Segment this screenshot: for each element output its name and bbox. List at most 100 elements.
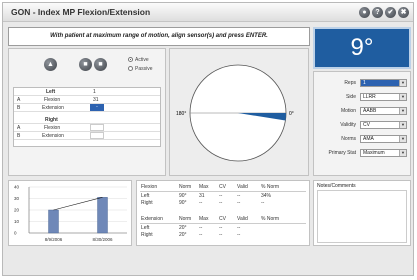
title-bar: GON - Index MP Flexion/Extension ● ? ✔ ✖ bbox=[3, 3, 413, 22]
motion-label: Motion bbox=[340, 108, 356, 114]
summary-header-cell: Max bbox=[199, 216, 209, 222]
settings-panel: Reps 1 ▼ Side LLRR ▼ Motion AABB ▼ Validity… bbox=[313, 71, 411, 176]
summary-cell: -- bbox=[237, 225, 241, 231]
row-label: Extension bbox=[42, 105, 64, 111]
summary-header-cell: % Norm bbox=[261, 184, 280, 190]
up-arrow-button[interactable]: ▲ bbox=[44, 58, 57, 71]
summary-cell: -- bbox=[219, 225, 223, 231]
summary-cell: -- bbox=[219, 232, 223, 238]
gauge-label-180: 180° bbox=[176, 111, 186, 117]
summary-header-cell: Norm bbox=[179, 216, 192, 222]
norms-select[interactable]: AMA ▼ bbox=[360, 135, 407, 143]
primary-stat-label: Primary Stat bbox=[328, 150, 356, 156]
chevron-down-icon[interactable]: ▼ bbox=[399, 94, 406, 100]
history-bar-chart: 40 30 20 10 0 8/9/2006 8/30/2006 bbox=[14, 185, 127, 242]
record-button[interactable]: ● bbox=[359, 7, 370, 18]
validity-select[interactable]: CV ▼ bbox=[360, 121, 407, 129]
measurement-panel: ▲ ■ ■ Active Passive Left 1 A Flexion 31… bbox=[8, 48, 166, 176]
notes-label: Notes/Comments bbox=[317, 183, 356, 189]
summary-cell: 90° bbox=[179, 200, 187, 206]
summary-cell: 20° bbox=[179, 232, 187, 238]
primary-stat-select[interactable]: Maximum ▼ bbox=[360, 149, 407, 157]
row-key: A bbox=[17, 97, 21, 103]
summary-cell: -- bbox=[237, 232, 241, 238]
chart-bar bbox=[97, 197, 108, 234]
summary-header-cell: Norm bbox=[179, 184, 192, 190]
gauge-panel: 180° 0° bbox=[169, 48, 309, 176]
instruction-banner: With patient at maximum range of motion,… bbox=[8, 27, 310, 46]
accept-button[interactable]: ✔ bbox=[385, 7, 396, 18]
right-extension-value[interactable] bbox=[90, 132, 104, 139]
goniometer-window: GON - Index MP Flexion/Extension ● ? ✔ ✖… bbox=[2, 2, 414, 276]
row-label: Extension bbox=[42, 133, 64, 139]
active-radio[interactable]: Active bbox=[128, 57, 149, 63]
summary-header-cell: Max bbox=[199, 184, 209, 190]
side-label: Side bbox=[345, 94, 356, 100]
summary-header-cell: Flexion bbox=[141, 184, 158, 190]
help-button[interactable]: ? bbox=[372, 7, 383, 18]
summary-cell: 90° bbox=[179, 193, 187, 199]
gauge-label-0: 0° bbox=[289, 111, 294, 117]
norms-label: Norms bbox=[341, 136, 356, 142]
summary-cell: -- bbox=[199, 232, 203, 238]
right-flexion-value[interactable] bbox=[90, 124, 104, 131]
summary-header-cell: CV bbox=[219, 216, 226, 222]
summary-cell: -- bbox=[237, 193, 241, 199]
summary-header-cell: CV bbox=[219, 184, 226, 190]
summary-cell: 20° bbox=[179, 225, 187, 231]
notes-textarea[interactable] bbox=[317, 190, 407, 243]
chart-x-tick-label: 8/30/2006 bbox=[92, 237, 113, 242]
left-flexion-value[interactable]: 31 bbox=[93, 97, 99, 103]
table-row: B Extension bbox=[14, 132, 160, 140]
left-extension-value[interactable]: - bbox=[90, 104, 104, 111]
chart-bar bbox=[48, 209, 59, 234]
summary-cell: -- bbox=[219, 200, 223, 206]
motion-select[interactable]: AABB ▼ bbox=[360, 107, 407, 115]
chevron-down-icon[interactable]: ▼ bbox=[399, 108, 406, 114]
notes-panel[interactable]: Notes/Comments bbox=[313, 180, 411, 246]
window-title: GON - Index MP Flexion/Extension bbox=[11, 7, 151, 17]
chart-x-tick-label: 8/9/2006 bbox=[45, 237, 63, 242]
side-select[interactable]: LLRR ▼ bbox=[360, 93, 407, 101]
stop-button[interactable]: ■ bbox=[79, 58, 92, 71]
summary-header-cell: Extension bbox=[141, 216, 163, 222]
row-label: Flexion bbox=[44, 97, 61, 103]
chevron-down-icon[interactable]: ▼ bbox=[399, 136, 406, 142]
table-row: B Extension - bbox=[14, 104, 160, 112]
chart-y-tick-label: 0 bbox=[14, 231, 17, 236]
summary-cell: -- bbox=[261, 200, 265, 206]
summary-header-cell: Valid bbox=[237, 184, 248, 190]
chart-trend-line bbox=[53, 197, 103, 211]
reps-select[interactable]: 1 ▼ bbox=[360, 79, 407, 87]
chevron-down-icon[interactable]: ▼ bbox=[399, 80, 406, 86]
right-header: Right bbox=[45, 117, 58, 123]
reps-label: Reps bbox=[344, 80, 356, 86]
summary-cell: 31 bbox=[199, 193, 205, 199]
row-label: Flexion bbox=[44, 125, 61, 131]
table-row: A Flexion bbox=[14, 124, 160, 132]
measurement-table: Left 1 A Flexion 31 B Extension - Right … bbox=[13, 87, 161, 147]
close-button[interactable]: ✖ bbox=[398, 7, 409, 18]
chevron-down-icon[interactable]: ▼ bbox=[399, 122, 406, 128]
summary-cell: Left bbox=[141, 193, 150, 199]
summary-header-cell: Valid bbox=[237, 216, 248, 222]
summary-divider bbox=[140, 223, 306, 224]
table-row: A Flexion 31 bbox=[14, 96, 160, 104]
left-header-row: Left 1 bbox=[14, 88, 160, 96]
chart-y-tick-label: 10 bbox=[14, 219, 20, 224]
goniometer-gauge: 180° 0° bbox=[176, 64, 294, 162]
passive-radio[interactable]: Passive bbox=[128, 66, 153, 72]
summary-divider bbox=[140, 191, 306, 192]
summary-cell: -- bbox=[199, 225, 203, 231]
row-key: A bbox=[17, 125, 21, 131]
row-key: B bbox=[17, 105, 21, 111]
chevron-down-icon[interactable]: ▼ bbox=[399, 150, 406, 156]
summary-cell: -- bbox=[219, 193, 223, 199]
row-key: B bbox=[17, 133, 21, 139]
chart-y-tick-label: 20 bbox=[14, 208, 20, 213]
summary-cell: 34% bbox=[261, 193, 272, 199]
right-header-row: Right bbox=[14, 116, 160, 124]
pause-button[interactable]: ■ bbox=[94, 58, 107, 71]
summary-cell: Left bbox=[141, 225, 150, 231]
chart-y-tick-label: 30 bbox=[14, 196, 20, 201]
